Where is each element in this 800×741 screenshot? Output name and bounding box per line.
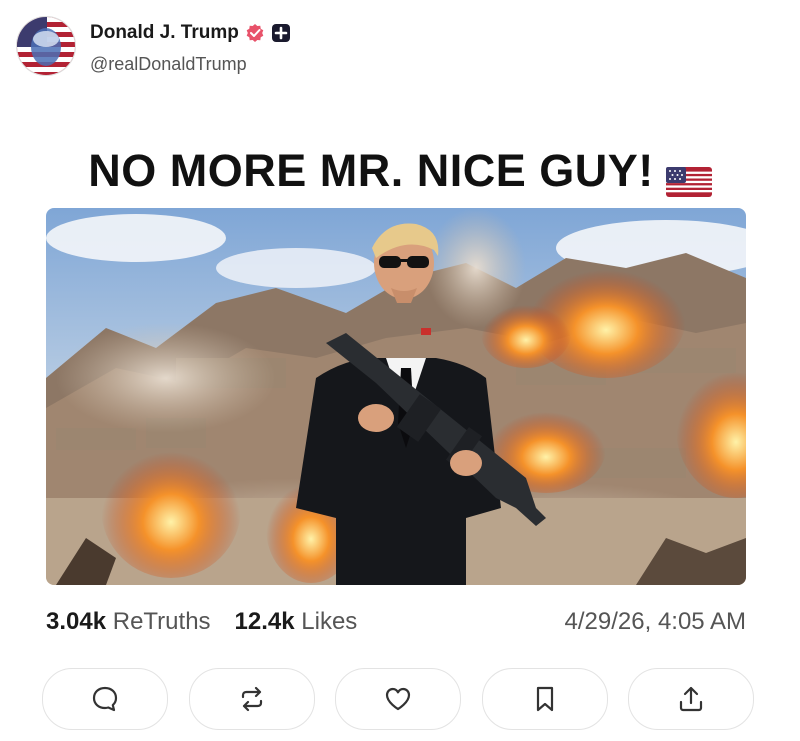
avatar[interactable] bbox=[16, 16, 76, 76]
likes-stat[interactable]: 12.4k Likes bbox=[235, 608, 358, 636]
headline-text: NO MORE MR. NICE GUY! bbox=[88, 145, 654, 196]
likes-label: Likes bbox=[301, 608, 358, 635]
retruths-count: 3.04k bbox=[46, 608, 107, 635]
plus-badge-icon bbox=[271, 23, 291, 43]
heart-icon bbox=[385, 687, 411, 711]
post-header: Donald J. Trump @realDonaldTrump bbox=[16, 16, 716, 76]
post-stats: 3.04k ReTruths 12.4k Likes 4/29/26, 4:05… bbox=[46, 606, 746, 638]
comment-icon bbox=[92, 686, 118, 712]
retruths-stat[interactable]: 3.04k ReTruths bbox=[46, 608, 211, 636]
retruth-button[interactable] bbox=[188, 668, 315, 730]
verified-badge-icon bbox=[245, 23, 265, 43]
share-button[interactable] bbox=[628, 668, 754, 730]
display-name[interactable]: Donald J. Trump bbox=[90, 22, 239, 44]
post-timestamp[interactable]: 4/29/26, 4:05 AM bbox=[565, 608, 746, 636]
retruths-label: ReTruths bbox=[112, 608, 211, 635]
bookmark-icon bbox=[536, 686, 553, 712]
us-flag-icon bbox=[665, 156, 712, 197]
battle-scene-image bbox=[46, 208, 746, 585]
reply-button[interactable] bbox=[42, 668, 168, 730]
like-button[interactable] bbox=[335, 668, 461, 730]
avatar-image bbox=[17, 17, 75, 75]
likes-count: 12.4k bbox=[234, 608, 295, 635]
handle: @realDonaldTrump bbox=[90, 54, 247, 74]
repost-icon bbox=[241, 686, 262, 712]
post-actions bbox=[42, 668, 754, 730]
post-headline: NO MORE MR. NICE GUY! bbox=[0, 145, 800, 197]
bookmark-button[interactable] bbox=[481, 668, 608, 730]
post-image[interactable] bbox=[46, 208, 746, 585]
share-icon bbox=[679, 686, 703, 712]
